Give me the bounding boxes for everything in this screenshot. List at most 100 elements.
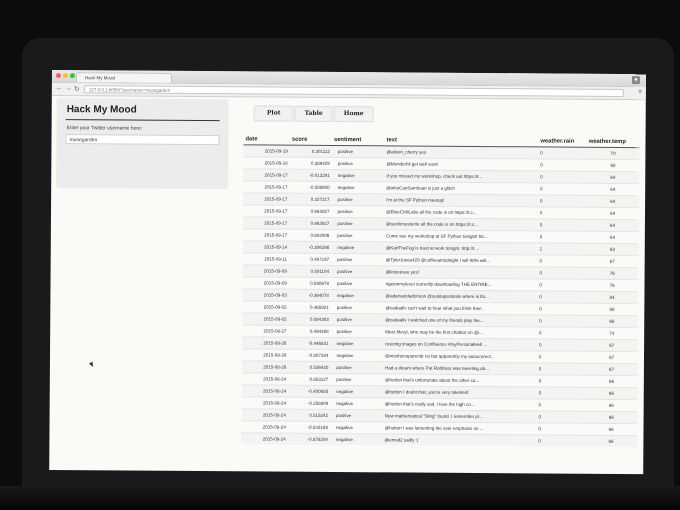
cell-date: 2015-08-26 — [241, 348, 289, 362]
username-label: Enter your Twitter username here: — [66, 125, 143, 132]
cell-weather-temp: 66 — [584, 435, 638, 448]
cell-date: 2015-08-26 — [242, 336, 289, 350]
cell-text: @KarlTheFog is hard at work tonight. htt… — [383, 241, 538, 255]
cell-weather-rain: 0 — [536, 362, 586, 376]
cell-weather-temp: 66 — [585, 375, 638, 388]
cell-weather-rain: 0 — [538, 182, 587, 196]
cell-date: 2015-09-03 — [242, 288, 289, 302]
cell-score: 0.536420 — [288, 361, 331, 374]
cell-weather-rain: 0 — [536, 398, 586, 412]
cell-sentiment: negative — [331, 169, 385, 182]
minimize-window-icon[interactable] — [62, 73, 68, 79]
cell-score: 0.497197 — [288, 253, 332, 266]
cell-date: 2015-09-09 — [242, 264, 289, 278]
cell-weather-temp: 64 — [586, 231, 639, 244]
cell-date: 2015-09-17 — [242, 216, 290, 230]
cell-date: 2015-09-02 — [242, 312, 289, 326]
cell-weather-temp: 64 — [586, 183, 640, 196]
cell-weather-rain: 0 — [536, 386, 586, 400]
cell-date: 2015-08-24 — [241, 432, 288, 445]
cell-score: -0.807384 — [288, 349, 331, 362]
cell-text: New mathematical "Sling" found. I rememb… — [382, 409, 537, 423]
cell-text: @cadaallv I watched one of my friends pl… — [383, 313, 538, 327]
browser-menu-icon[interactable]: ≡ — [638, 89, 642, 95]
cell-score: -0.258809 — [287, 397, 331, 410]
cell-date: 2015-09-11 — [242, 252, 290, 266]
cell-sentiment: positive — [331, 193, 385, 206]
cell-date: 2015-08-24 — [241, 420, 288, 434]
cell-sentiment: negative — [329, 421, 383, 434]
mouse-cursor-icon — [88, 361, 95, 368]
cell-text: @hutton that's really sad. I love the hi… — [382, 397, 537, 411]
profile-icon[interactable]: ● — [631, 76, 640, 85]
cell-sentiment: positive — [330, 373, 383, 386]
cell-date: 2015-09-17 — [243, 192, 290, 206]
cell-weather-rain: 0 — [536, 422, 585, 436]
cell-weather-temp: 66 — [584, 411, 638, 424]
cell-sentiment: positive — [330, 325, 384, 338]
column-header-date[interactable]: date — [243, 135, 290, 146]
maximize-window-icon[interactable] — [69, 73, 75, 79]
cell-text: @TylerJones429 @coffeeatmidnight I will … — [383, 253, 538, 267]
cell-date: 2015-09-18 — [243, 156, 290, 170]
cell-text: @cadaallv can't wait to hear what you th… — [383, 301, 538, 315]
window-controls — [55, 73, 75, 79]
column-header-weather-temp[interactable]: weather.temp — [586, 137, 640, 148]
cell-score: -0.508600 — [289, 181, 332, 194]
cell-score: -0.446831 — [288, 337, 331, 350]
cell-weather-temp: 64 — [586, 219, 639, 232]
column-header-weather-rain[interactable]: weather.rain — [538, 137, 587, 148]
column-header-score[interactable]: score — [289, 135, 332, 146]
back-arrow-icon[interactable]: ← — [56, 85, 63, 92]
cell-date: 2015-08-24 — [241, 384, 289, 398]
column-header-sentiment[interactable]: sentiment — [331, 135, 385, 146]
cell-sentiment: positive — [331, 253, 384, 266]
cell-score: 0.494488 — [288, 325, 331, 338]
cell-text: I'm at the SF Python meetup! — [384, 193, 539, 207]
cell-weather-temp: 68 — [585, 315, 639, 328]
plot-button[interactable]: Plot — [253, 105, 294, 122]
cell-weather-temp: 76 — [585, 267, 639, 280]
table-body: 2015-09-19 0.301112 positive @alison_cherry… — [241, 144, 640, 448]
cell-sentiment: positive — [331, 157, 385, 170]
cell-sentiment: negative — [331, 241, 384, 254]
cell-weather-temp: 84 — [585, 291, 639, 304]
cell-text: @hutton I was lamenting the over emphasi… — [382, 421, 537, 435]
reload-icon[interactable]: ↻ — [74, 85, 80, 93]
username-input[interactable]: musegarden — [65, 134, 220, 146]
cell-date: 2015-08-24 — [241, 372, 289, 386]
cell-text: @sushimusterite all the code is on https… — [384, 217, 538, 231]
cell-weather-temp: 64 — [586, 207, 640, 220]
cell-weather-rain: 0 — [537, 254, 587, 268]
table-button[interactable]: Table — [294, 105, 333, 122]
cell-weather-rain: 0 — [536, 338, 586, 352]
url-field[interactable]: 127.0.0.1:8050/?username=musegarden — [83, 85, 624, 97]
cell-weather-temp: 68 — [586, 159, 640, 172]
cell-text: @whoCanSamhoan is just a glitch — [384, 181, 539, 195]
close-window-icon[interactable] — [55, 73, 61, 79]
cell-date: 2015-09-14 — [242, 240, 290, 254]
table-row: 2015-08-24 -0.878204 negative @emsd2 sadly … — [241, 432, 638, 448]
cell-date: 2015-09-19 — [243, 144, 290, 158]
cell-text: @hutton that's unfortunate about the oth… — [382, 373, 537, 387]
cell-score: -0.543168 — [287, 421, 331, 434]
cell-weather-rain: 0 — [537, 326, 586, 340]
cell-date: 2015-09-17 — [243, 168, 290, 182]
cell-score: 0.389429 — [289, 157, 332, 170]
forward-arrow-icon[interactable]: → — [65, 85, 72, 92]
cell-sentiment: negative — [331, 181, 385, 194]
cell-sentiment: positive — [330, 277, 384, 290]
home-button[interactable]: Home — [333, 105, 374, 123]
browser-tab[interactable]: Hack My Mood — [75, 72, 172, 83]
cell-weather-rain: 1 — [537, 242, 587, 256]
cell-text: #getonmylevel currently downloading THE … — [383, 277, 538, 291]
cell-weather-rain: 0 — [536, 350, 586, 364]
cell-date: 2015-09-02 — [242, 300, 289, 314]
cell-score: 0.663927 — [289, 217, 332, 230]
cell-date: 2015-09-17 — [242, 228, 290, 242]
cell-score: 0.465921 — [288, 301, 331, 314]
cell-sentiment: positive — [331, 265, 384, 278]
cell-sentiment: negative — [330, 337, 384, 350]
cell-date: 2015-09-17 — [242, 204, 290, 218]
cell-sentiment: negative — [329, 433, 383, 446]
